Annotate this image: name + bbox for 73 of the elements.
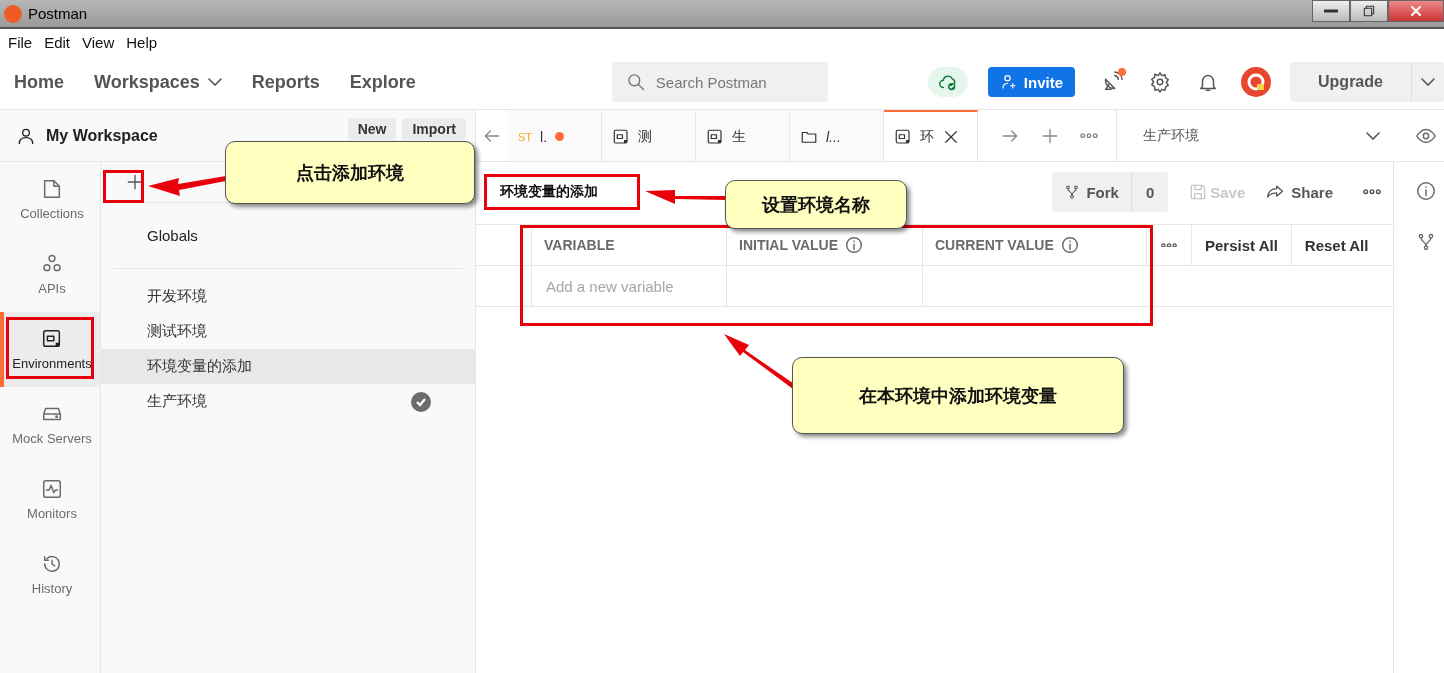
environment-icon [706, 127, 724, 146]
nav-link[interactable]: Explore [349, 71, 416, 93]
menu-item[interactable]: Edit [38, 33, 77, 51]
sidebar-item[interactable]: Collections [0, 162, 100, 237]
restore-icon [1361, 3, 1377, 19]
close-button[interactable] [1388, 0, 1444, 22]
minimize-button[interactable] [1312, 0, 1350, 22]
share-button[interactable]: Share [1265, 182, 1333, 202]
minimize-icon [1324, 9, 1338, 13]
search-field[interactable]: Search Postman [655, 73, 806, 91]
environment-icon [612, 127, 630, 146]
highlight-frame [103, 170, 144, 203]
column-header: CURRENT VALUE [922, 225, 1146, 265]
chevron-down-icon [1421, 78, 1435, 86]
tab[interactable]: 测 [602, 110, 696, 161]
sync-status-icon[interactable] [927, 67, 968, 97]
close-icon [1408, 3, 1424, 19]
history-icon [41, 553, 63, 575]
notification-dot-icon [1118, 68, 1126, 76]
search-icon [625, 72, 646, 92]
workspace-name: My Workspace [46, 126, 158, 145]
folder-icon [41, 178, 63, 200]
column-header: VARIABLE [531, 225, 726, 265]
monitor-icon [41, 478, 63, 500]
app-logo-icon [4, 4, 22, 23]
annotation-tooltip: 点击添加环境 [225, 141, 475, 204]
nav-link[interactable]: Reports [251, 71, 320, 93]
fork-button[interactable]: Fork [1052, 172, 1132, 212]
annotation-tooltip: 设置环境名称 [725, 180, 907, 229]
more-icon [1161, 242, 1177, 248]
environment-icon [41, 328, 63, 350]
chevron-down-icon [1366, 131, 1380, 140]
info-button[interactable] [1415, 180, 1437, 202]
fork-icon [1416, 232, 1436, 252]
maximize-button[interactable] [1350, 0, 1388, 22]
menu-item[interactable]: Help [120, 33, 164, 51]
more-icon [1080, 132, 1098, 139]
environment-selector[interactable]: 生产环境 [1116, 110, 1394, 161]
sidebar-item[interactable]: Monitors [0, 462, 100, 537]
environment-item[interactable]: 生产环境 [101, 384, 475, 419]
sidebar-item[interactable]: APIs [0, 237, 100, 312]
environment-item[interactable]: 测试环境 [101, 314, 475, 349]
workspace-action-button[interactable]: Import [402, 118, 466, 140]
more-button[interactable] [1363, 189, 1381, 195]
environment-name-field[interactable]: 环境变量的添加 [500, 184, 620, 200]
nav-link[interactable]: Home [14, 71, 64, 93]
fork-button[interactable] [1416, 232, 1436, 252]
environment-item[interactable]: 开发环境 [101, 279, 475, 314]
tab[interactable]: 环 [884, 110, 978, 161]
environment-item[interactable]: 环境变量的添加 [101, 349, 475, 384]
variable-input-field[interactable]: Add a new variable [544, 276, 718, 296]
menu-item[interactable]: View [76, 33, 121, 51]
menu-item[interactable]: File [2, 33, 39, 51]
tab[interactable]: ST l. [508, 110, 602, 161]
table-action-button[interactable]: Persist All [1191, 225, 1291, 265]
fork-icon [1064, 184, 1081, 200]
avatar-icon[interactable] [1241, 67, 1271, 97]
table-action-button[interactable]: Reset All [1290, 225, 1382, 265]
window-title: Postman [28, 5, 88, 22]
search-bar[interactable]: Search Postman [611, 62, 828, 102]
invite-button[interactable]: Invite [987, 67, 1075, 97]
workspace-action-button[interactable]: New [347, 118, 397, 140]
tab[interactable]: l... [790, 110, 884, 161]
sidebar-item[interactable]: Mock Servers [0, 387, 100, 462]
sidebar-item[interactable]: History [0, 537, 100, 612]
nav-link[interactable]: Workspaces [94, 71, 222, 93]
tab[interactable]: 生 [696, 110, 790, 161]
environment-icon [894, 127, 912, 146]
annotation-tooltip: 在本环境中添加环境变量 [792, 357, 1124, 434]
add-user-icon [999, 73, 1018, 91]
fork-count: 0 [1144, 182, 1156, 203]
info-icon [1415, 180, 1437, 202]
more-icon [1363, 189, 1381, 195]
